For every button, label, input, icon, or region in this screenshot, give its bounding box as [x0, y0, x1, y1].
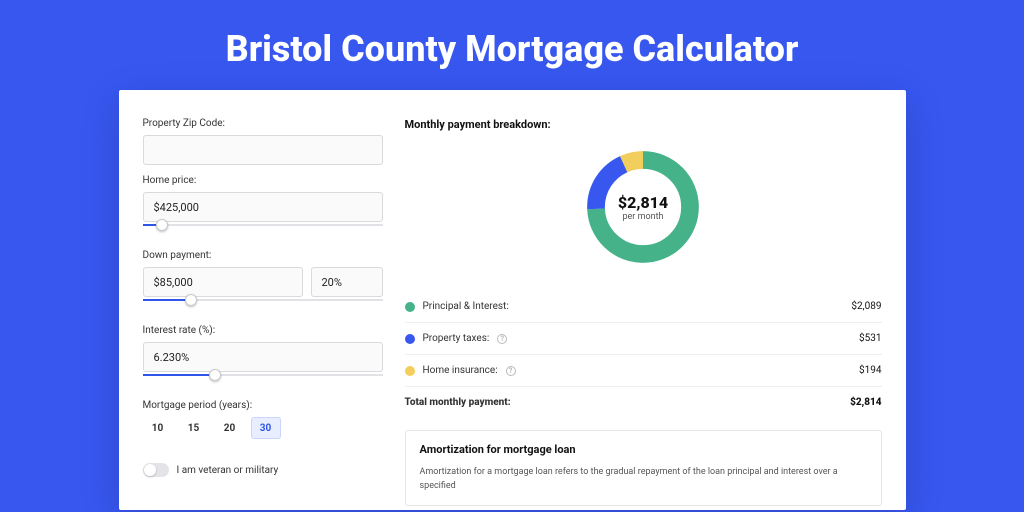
breakdown-rows: Principal & Interest: $2,089 Property taxe… — [405, 291, 882, 418]
period-field-group: Mortgage period (years): 10 15 20 30 — [143, 400, 383, 453]
breakdown-value: $2,089 — [851, 301, 881, 312]
period-option-30[interactable]: 30 — [251, 417, 281, 439]
zip-input[interactable] — [143, 135, 383, 165]
zip-label: Property Zip Code: — [143, 118, 383, 129]
amortization-box: Amortization for mortgage loan Amortizat… — [405, 430, 882, 506]
swatch-icon — [405, 334, 415, 344]
interest-field-group: Interest rate (%): — [143, 325, 383, 390]
total-label: Total monthly payment: — [405, 397, 511, 408]
donut-center: $2,814 per month — [581, 145, 705, 269]
down-payment-slider-thumb[interactable] — [185, 294, 197, 306]
calculator-card: Property Zip Code: Home price: Down paym… — [119, 90, 906, 510]
breakdown-value: $194 — [859, 365, 881, 376]
amortization-title: Amortization for mortgage loan — [420, 443, 867, 456]
breakdown-title: Monthly payment breakdown: — [405, 118, 882, 131]
donut-chart: $2,814 per month — [581, 145, 705, 269]
veteran-label: I am veteran or military — [177, 465, 279, 476]
breakdown-row: Home insurance:? $194 — [405, 354, 882, 386]
interest-input[interactable] — [143, 342, 383, 372]
breakdown-label: Home insurance: — [423, 365, 498, 376]
home-price-slider[interactable] — [143, 224, 383, 226]
veteran-toggle-knob — [144, 464, 156, 476]
down-payment-percent-input[interactable] — [311, 267, 383, 297]
info-icon[interactable]: ? — [497, 334, 507, 344]
down-payment-slider[interactable] — [143, 299, 383, 301]
form-panel: Property Zip Code: Home price: Down paym… — [143, 118, 383, 510]
home-price-field-group: Home price: — [143, 175, 383, 240]
period-label: Mortgage period (years): — [143, 400, 383, 411]
breakdown-value: $531 — [859, 333, 881, 344]
breakdown-total-row: Total monthly payment: $2,814 — [405, 386, 882, 418]
interest-slider[interactable] — [143, 374, 383, 376]
breakdown-row: Property taxes:? $531 — [405, 322, 882, 354]
page-title: Bristol County Mortgage Calculator — [226, 28, 799, 70]
interest-label: Interest rate (%): — [143, 325, 383, 336]
period-option-20[interactable]: 20 — [215, 417, 245, 439]
period-option-10[interactable]: 10 — [143, 417, 173, 439]
total-value: $2,814 — [850, 397, 881, 408]
breakdown-panel: Monthly payment breakdown: $2,814 per mo… — [405, 118, 882, 510]
home-price-slider-thumb[interactable] — [156, 219, 168, 231]
down-payment-field-group: Down payment: — [143, 250, 383, 315]
breakdown-row: Principal & Interest: $2,089 — [405, 291, 882, 322]
down-payment-amount-input[interactable] — [143, 267, 303, 297]
down-payment-label: Down payment: — [143, 250, 383, 261]
home-price-input[interactable] — [143, 192, 383, 222]
home-price-label: Home price: — [143, 175, 383, 186]
zip-field-group: Property Zip Code: — [143, 118, 383, 165]
donut-chart-wrap: $2,814 per month — [405, 145, 882, 269]
breakdown-label: Principal & Interest: — [423, 301, 509, 312]
period-options: 10 15 20 30 — [143, 417, 383, 439]
period-option-15[interactable]: 15 — [179, 417, 209, 439]
veteran-toggle-row: I am veteran or military — [143, 463, 383, 477]
breakdown-label: Property taxes: — [423, 333, 490, 344]
donut-amount: $2,814 — [618, 193, 668, 212]
amortization-body: Amortization for a mortgage loan refers … — [420, 466, 867, 493]
interest-slider-thumb[interactable] — [209, 369, 221, 381]
info-icon[interactable]: ? — [506, 366, 516, 376]
donut-sub: per month — [622, 212, 663, 222]
swatch-icon — [405, 302, 415, 312]
swatch-icon — [405, 366, 415, 376]
veteran-toggle[interactable] — [143, 463, 169, 477]
